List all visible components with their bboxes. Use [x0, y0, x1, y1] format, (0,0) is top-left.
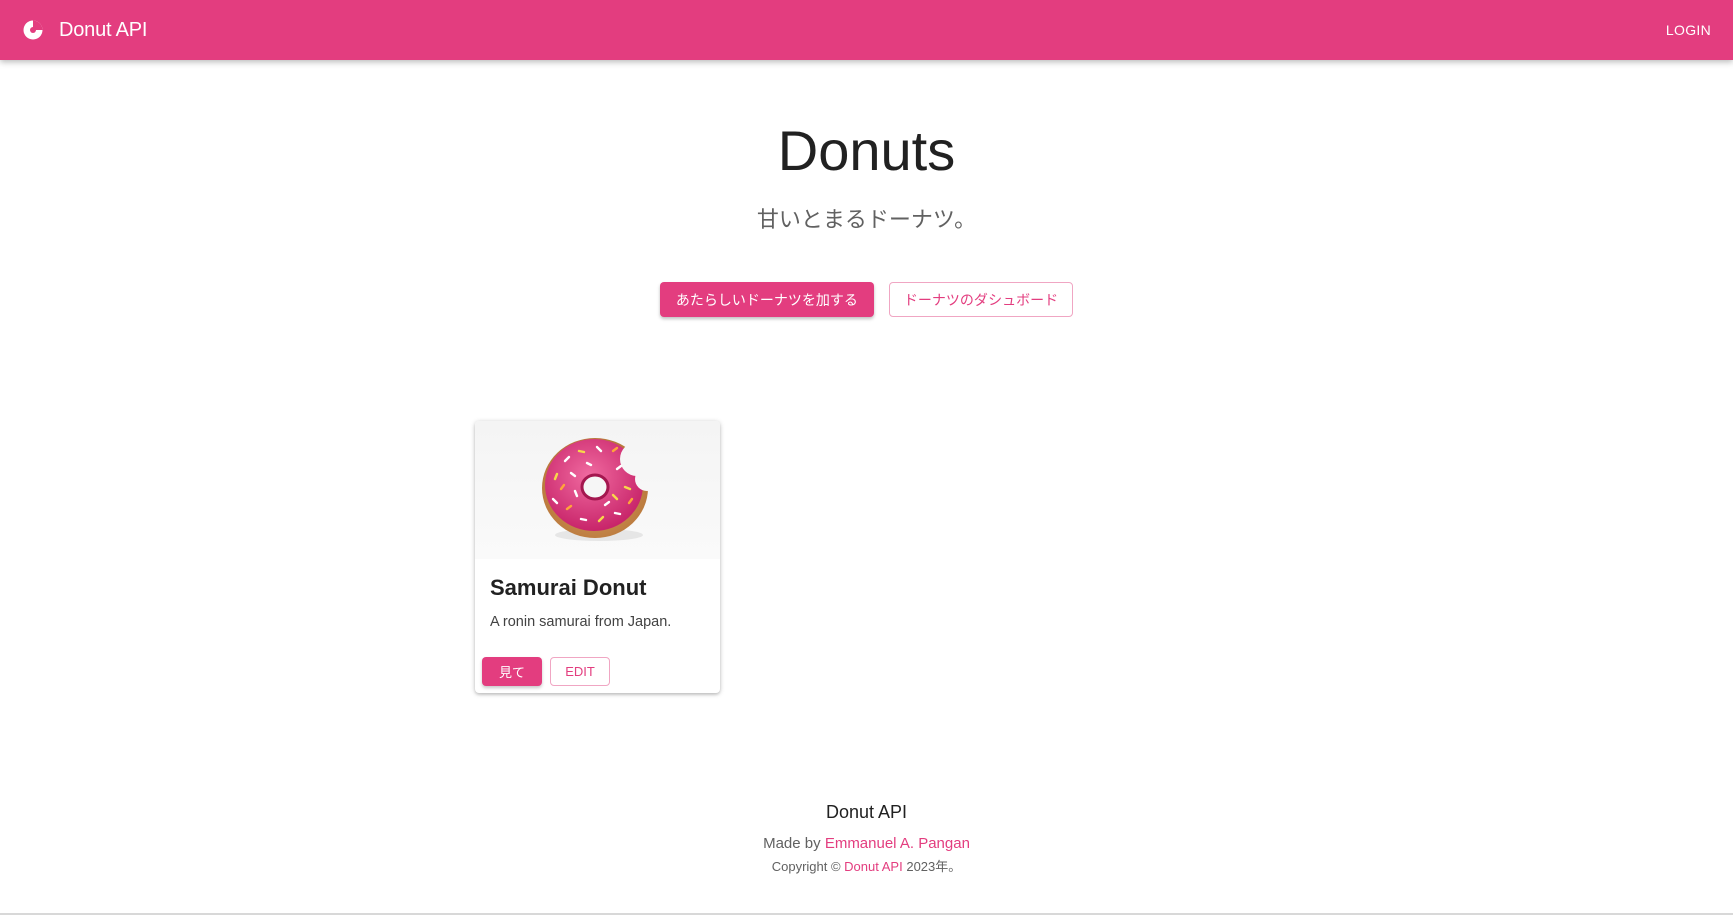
dashboard-button[interactable]: ドーナツのダシュボード	[888, 282, 1074, 317]
footer-title: Donut API	[825, 802, 908, 822]
page-subtitle: 甘いとまるドーナツ。	[756, 207, 977, 232]
hero-actions: あたらしいドーナツを加する ドーナツのダシュボード	[0, 282, 1733, 317]
edit-button[interactable]: EDIT	[550, 657, 610, 686]
made-by-label: Made by	[763, 835, 821, 852]
copyright-year: 2023年。	[906, 859, 962, 874]
copyright-link[interactable]: Donut API	[844, 859, 903, 874]
card-description: A ronin samurai from Japan.	[490, 614, 672, 630]
app-title[interactable]: Donut API	[59, 19, 147, 42]
donut-logo-icon[interactable]	[22, 19, 44, 41]
footer-made-by: Made by Emmanuel A. Pangan	[0, 834, 1733, 854]
card-title: Samurai Donut	[490, 575, 647, 600]
footer: Donut API Made by Emmanuel A. Pangan Cop…	[0, 800, 1733, 876]
donut-card: Samurai Donut A ronin samurai from Japan…	[475, 421, 720, 693]
page-title: Donuts	[777, 119, 956, 182]
card-actions: 見て EDIT	[482, 657, 610, 686]
footer-copyright: Copyright © Donut API 2023年。	[0, 858, 1733, 876]
pink-sprinkle-donut-image	[475, 421, 720, 559]
view-button[interactable]: 見て	[482, 657, 542, 686]
author-link[interactable]: Emmanuel A. Pangan	[825, 835, 970, 852]
login-button[interactable]: LOGIN	[1666, 16, 1711, 44]
bottom-divider	[0, 913, 1733, 915]
add-donut-button[interactable]: あたらしいドーナツを加する	[659, 282, 874, 317]
app-bar: Donut API LOGIN	[0, 0, 1733, 60]
copyright-label: Copyright ©	[771, 859, 841, 874]
